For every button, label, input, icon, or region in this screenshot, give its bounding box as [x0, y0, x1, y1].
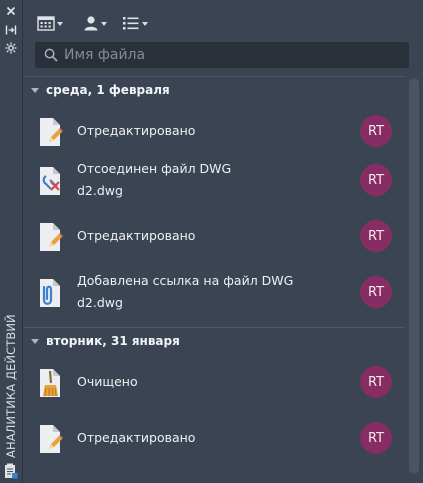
date-group-label: вторник, 31 января: [46, 334, 180, 348]
date-group-header[interactable]: среда, 1 февраля: [23, 77, 405, 103]
user-avatar[interactable]: RT: [360, 276, 392, 308]
chevron-down-icon: [57, 22, 63, 26]
file-detach-icon: [37, 166, 63, 196]
activity-text: Отредактировано: [77, 120, 195, 142]
file-purge-icon: [37, 368, 63, 398]
toolbar: [23, 0, 423, 40]
user-icon: [84, 16, 98, 31]
activity-text: Отредактировано: [77, 225, 195, 247]
list-icon: [123, 17, 139, 30]
activity-title: Отсоединен файл DWG: [77, 161, 232, 176]
scrollbar-thumb[interactable]: [409, 78, 419, 474]
activity-text: Отсоединен файл DWG d2.dwg: [77, 158, 231, 202]
palette-rail: АНАЛИТИКА ДЕЙСТВИЙ: [0, 0, 23, 483]
date-filter-button[interactable]: [37, 12, 63, 34]
close-icon[interactable]: [3, 4, 19, 18]
activity-title: Отредактировано: [77, 123, 196, 138]
activity-title: Отредактировано: [77, 228, 196, 243]
collapse-icon[interactable]: [3, 23, 19, 37]
calendar-icon: [37, 16, 55, 31]
activity-item[interactable]: Добавлена ссылка на файл DWG d2.dwg RT: [23, 264, 405, 320]
activity-panel: среда, 1 февраляОтредактированоRTОтсоеди…: [23, 0, 423, 483]
file-edit-icon: [37, 117, 63, 147]
palette-title: АНАЛИТИКА ДЕЙСТВИЙ: [4, 314, 18, 458]
activity-list[interactable]: среда, 1 февраля Отредактировано RT Отсоеди…: [23, 76, 405, 477]
activity-item[interactable]: Отсоединен файл DWG d2.dwg RT: [23, 152, 405, 208]
chevron-down-icon: [101, 22, 107, 26]
activity-title: Очищено: [77, 374, 138, 389]
user-avatar[interactable]: RT: [360, 220, 392, 252]
activity-file-name: d2.dwg: [77, 295, 123, 310]
search-input[interactable]: [64, 47, 394, 63]
activity-item[interactable]: Отредактировано RT: [23, 410, 405, 466]
collapse-triangle-icon: [31, 87, 39, 93]
user-avatar[interactable]: RT: [360, 366, 392, 398]
activity-item[interactable]: Отредактировано RT: [23, 103, 405, 159]
date-group-label: среда, 1 февраля: [46, 83, 170, 97]
file-edit-icon: [37, 222, 63, 252]
settings-icon[interactable]: [3, 41, 19, 55]
activity-text: Добавлена ссылка на файл DWG d2.dwg: [77, 270, 293, 314]
group-divider: [23, 327, 405, 328]
chevron-down-icon: [142, 22, 148, 26]
scrollbar[interactable]: [405, 76, 423, 476]
view-options-button[interactable]: [122, 12, 148, 34]
activity-title: Отредактировано: [77, 430, 196, 445]
user-avatar[interactable]: RT: [360, 115, 392, 147]
collapse-triangle-icon: [31, 338, 39, 344]
activity-item[interactable]: Отредактировано RT: [23, 208, 405, 264]
user-filter-button[interactable]: [83, 12, 107, 34]
activity-text: Отредактировано: [77, 427, 195, 449]
activity-file-name: d2.dwg: [77, 183, 123, 198]
search-box[interactable]: [35, 42, 409, 68]
activity-title: Добавлена ссылка на файл DWG: [77, 273, 294, 288]
palette-properties-icon[interactable]: [3, 462, 19, 480]
date-group-header[interactable]: вторник, 31 января: [23, 328, 405, 354]
file-edit-icon: [37, 424, 63, 454]
search-icon: [44, 48, 58, 62]
user-avatar[interactable]: RT: [360, 422, 392, 454]
user-avatar[interactable]: RT: [360, 164, 392, 196]
file-attach-icon: [37, 278, 63, 308]
activity-text: Очищено: [77, 371, 138, 393]
activity-item[interactable]: Очищено RT: [23, 354, 405, 410]
